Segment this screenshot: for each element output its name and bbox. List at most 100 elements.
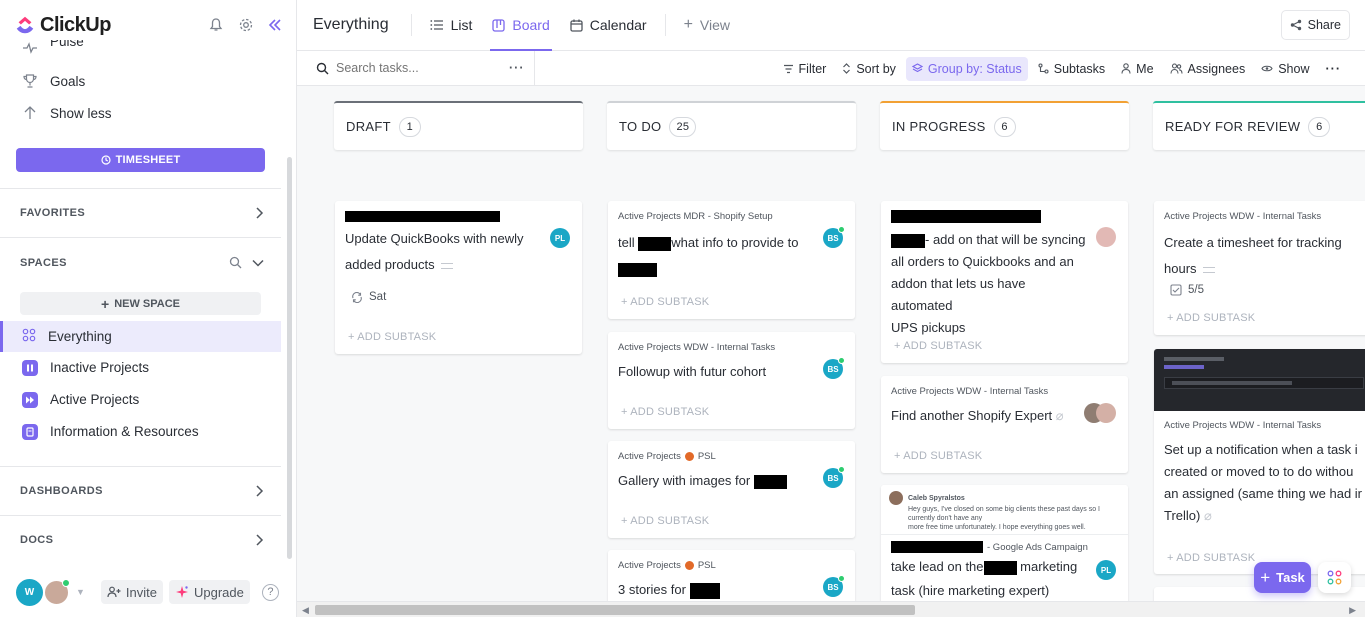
assignee-avatar[interactable] [1096,227,1116,247]
show-label: Show [1278,61,1310,76]
workspace-avatar[interactable]: W [16,578,43,606]
search-input[interactable] [336,61,496,75]
add-subtask-button[interactable]: + ADD SUBTASK [1167,552,1255,564]
task-card[interactable]: Active Projects WDW - Internal Tasks Fol… [608,332,855,429]
task-card[interactable]: Active Projects MDR - Shopify Setup tell… [608,201,855,319]
clickup-logo[interactable]: ClickUp [14,14,111,37]
gear-icon[interactable] [238,17,254,33]
assignee-avatar[interactable]: PL [1096,560,1116,580]
scrollbar-thumb[interactable] [315,605,915,615]
invite-button[interactable]: Invite [100,580,163,604]
sidebar-item-active-projects[interactable]: Active Projects [0,384,281,415]
add-subtask-button[interactable]: + ADD SUBTASK [621,406,709,418]
column-header[interactable]: TO DO 25 [607,101,856,150]
sort-button[interactable]: Sort by [836,57,902,81]
bell-icon[interactable] [208,17,224,33]
task-card[interactable]: Caleb Spyralstos Hey guys, I've closed o… [881,485,1128,601]
chevron-right-icon[interactable] [254,207,264,219]
page-title: Everything [313,16,389,33]
sidebar-scrollbar[interactable] [287,157,292,559]
add-subtask-button[interactable]: + ADD SUBTASK [894,340,982,352]
more-options-icon[interactable]: ··· [509,61,525,75]
sidebar-item-pulse[interactable]: Pulse [22,40,84,56]
online-status-dot [838,226,845,233]
task-card[interactable]: Active Projects WDW - Internal Tasks Cre… [1154,201,1365,335]
group-by-button[interactable]: Group by: Status [905,56,1028,81]
docs-section[interactable]: DOCS [20,534,264,546]
scroll-left-icon[interactable]: ◀ [302,605,309,616]
task-card[interactable]: Active Projects WDW - Internal Tasks Fin… [881,376,1128,473]
chevron-down-icon[interactable]: ▼ [76,587,85,597]
column-count: 25 [669,116,697,137]
column-header[interactable]: IN PROGRESS 6 [880,101,1129,150]
add-view-button[interactable]: + View [674,0,740,51]
sidebar-item-show-less[interactable]: Show less [22,105,112,121]
task-card[interactable]: Active Projects WDW - Internal Tasks Set… [1154,349,1365,574]
new-task-button[interactable]: + Task [1254,562,1311,593]
timesheet-button[interactable]: TIMESHEET [16,148,265,172]
redacted-text [983,560,1017,575]
new-space-button[interactable]: + NEW SPACE [20,292,261,315]
task-title-line: what info to provide to [671,235,799,250]
board-horizontal-scrollbar[interactable]: ◀ ▶ [297,601,1365,617]
sidebar-item-goals[interactable]: Goals [22,73,85,89]
clickup-logo-icon [16,16,34,34]
column-count: 6 [993,116,1016,137]
due-date-label: Sat [369,291,387,303]
chevron-right-icon[interactable] [254,485,264,497]
subtasks-icon [1038,63,1049,74]
show-button[interactable]: Show [1255,57,1315,81]
task-card[interactable]: Update QuickBooks with newly added produ… [335,201,582,354]
column-header[interactable]: DRAFT 1 [334,101,583,150]
add-subtask-button[interactable]: + ADD SUBTASK [621,296,709,308]
tab-board[interactable]: Board [482,0,559,51]
help-icon[interactable]: ? [261,583,279,601]
search-icon[interactable] [229,256,242,269]
assignee-avatar[interactable]: BS [823,466,845,488]
scroll-right-icon[interactable]: ▶ [1349,605,1356,616]
column-header[interactable]: READY FOR REVIEW 6 [1153,101,1365,150]
add-subtask-button[interactable]: + ADD SUBTASK [348,331,436,343]
task-card[interactable]: - add on that will be syncing all orders… [881,201,1128,363]
task-title-line: hours [1164,261,1197,276]
task-title: - add on that will be syncing all orders… [891,229,1118,339]
task-title: Update QuickBooks with newly added produ… [345,226,572,278]
assignee-avatar[interactable]: PL [550,228,570,248]
upgrade-button[interactable]: Upgrade [169,580,250,604]
task-title: Create a timesheet for tracking hours [1164,230,1365,282]
more-options-button[interactable]: ··· [1320,57,1348,81]
tab-calendar[interactable]: Calendar [560,0,657,51]
due-date[interactable]: Sat [351,291,386,303]
subtasks-button[interactable]: Subtasks [1032,57,1111,81]
filter-button[interactable]: Filter [777,57,833,81]
tab-list[interactable]: List [420,0,483,51]
assignee-avatar[interactable] [1096,403,1116,423]
add-subtask-button[interactable]: + ADD SUBTASK [1167,312,1255,324]
collapse-sidebar-icon[interactable] [268,18,282,32]
task-title-line: all orders to Quickbooks and an [891,254,1074,269]
task-card[interactable]: Active Projects PSL Gallery with images f… [608,441,855,538]
me-button[interactable]: Me [1115,57,1159,81]
share-button[interactable]: Share [1280,10,1350,40]
assignee-avatar[interactable]: BS [823,357,845,379]
eye-icon [1261,65,1273,72]
assignees-button[interactable]: Assignees [1164,57,1252,81]
sidebar-item-inactive-projects[interactable]: Inactive Projects [0,352,281,383]
task-card[interactable]: Active Projects PSL 3 stories for BS [608,550,855,601]
assignee-avatar[interactable]: BS [823,575,845,597]
sidebar-item-everything[interactable]: Everything [0,321,281,352]
chevron-down-icon[interactable] [252,258,264,268]
checklist-progress[interactable]: 5/5 [1170,284,1204,296]
add-subtask-button[interactable]: + ADD SUBTASK [894,450,982,462]
assignee-avatar[interactable]: BS [823,226,845,248]
layers-icon [911,63,923,73]
apps-menu-button[interactable] [1318,562,1351,593]
favorites-section[interactable]: FAVORITES [20,207,264,219]
add-user-icon [107,586,121,598]
user-avatar[interactable] [43,578,70,606]
task-breadcrumb: Active Projects MDR - Shopify Setup [618,210,773,222]
dashboards-section[interactable]: DASHBOARDS [20,485,264,497]
add-subtask-button[interactable]: + ADD SUBTASK [621,515,709,527]
sidebar-item-information-resources[interactable]: Information & Resources [0,416,281,447]
chevron-right-icon[interactable] [254,534,264,546]
